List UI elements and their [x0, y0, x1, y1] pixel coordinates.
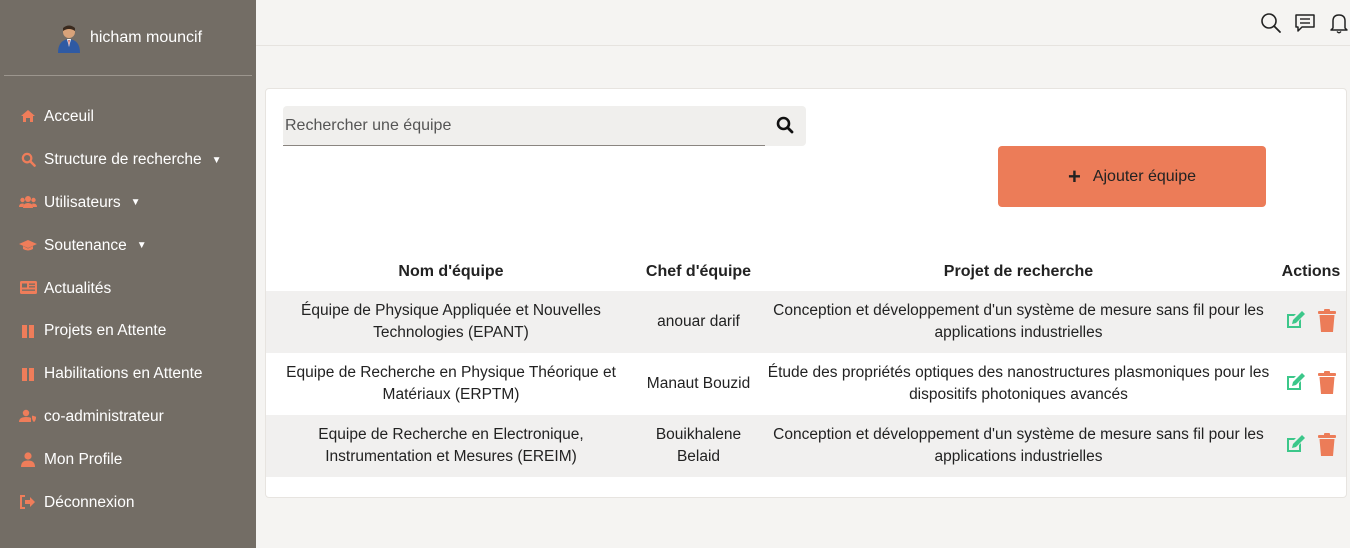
delete-icon[interactable]	[1316, 309, 1338, 335]
graduation-cap-icon	[18, 238, 38, 254]
sidebar-item-projets-attente[interactable]: Projets en Attente	[0, 310, 256, 353]
sidebar-item-label: Déconnexion	[44, 493, 135, 511]
add-team-label: Ajouter équipe	[1092, 167, 1197, 185]
sidebar-item-deconnexion[interactable]: Déconnexion	[0, 481, 256, 524]
chevron-down-icon: ▼	[130, 197, 141, 209]
teams-table: Nom d'équipe Chef d'équipe Projet de rec…	[266, 252, 1346, 477]
column-header-actions: Actions	[1281, 262, 1341, 280]
sidebar-item-label: Actualités	[44, 279, 112, 297]
team-chef-cell: anouar darif	[636, 291, 761, 353]
pause-icon	[18, 323, 38, 339]
search-input[interactable]	[283, 106, 765, 146]
team-search	[283, 106, 806, 146]
delete-icon[interactable]	[1316, 433, 1338, 459]
sidebar-item-label: co-administrateur	[44, 407, 164, 425]
team-name-cell: Équipe de Physique Appliquée et Nouvelle…	[266, 291, 636, 353]
pause-icon	[18, 366, 38, 382]
actions-cell	[1276, 415, 1346, 477]
sidebar: hicham mouncif Acceuil Structure de rech…	[0, 0, 256, 548]
sidebar-item-structure[interactable]: Structure de recherche ▼	[0, 139, 256, 182]
table-row: Équipe de Physique Appliquée et Nouvelle…	[266, 291, 1346, 353]
sidebar-item-soutenance[interactable]: Soutenance ▼	[0, 224, 256, 267]
sidebar-item-label: Soutenance	[44, 236, 127, 254]
top-bar-icons	[1260, 12, 1350, 34]
news-icon	[18, 280, 38, 297]
plus-icon: +	[1067, 163, 1081, 189]
user-name: hicham mouncif	[89, 28, 203, 46]
avatar	[57, 25, 80, 53]
column-header-name: Nom d'équipe	[398, 262, 504, 280]
column-header-chef: Chef d'équipe	[645, 262, 752, 280]
actions-cell	[1276, 291, 1346, 353]
sidebar-item-acceuil[interactable]: Acceuil	[0, 96, 256, 139]
team-projet-cell: Étude des propriétés optiques des nanost…	[761, 353, 1276, 415]
logout-icon	[18, 494, 38, 511]
sidebar-item-mon-profile[interactable]: Mon Profile	[0, 438, 256, 481]
table-header-row: Nom d'équipe Chef d'équipe Projet de rec…	[266, 252, 1346, 291]
chevron-down-icon: ▼	[136, 240, 147, 252]
sidebar-item-utilisateurs[interactable]: Utilisateurs ▼	[0, 182, 256, 225]
sidebar-item-label: Habilitations en Attente	[44, 365, 203, 383]
sidebar-item-co-administrateur[interactable]: co-administrateur	[0, 396, 256, 439]
column-header-projet: Projet de recherche	[943, 262, 1094, 280]
sidebar-item-actualites[interactable]: Actualités	[0, 267, 256, 310]
chevron-down-icon: ▼	[211, 154, 222, 166]
add-team-button[interactable]: + Ajouter équipe	[998, 146, 1266, 207]
team-chef-cell: Manaut Bouzid	[636, 353, 761, 415]
sidebar-item-label: Projets en Attente	[44, 322, 167, 340]
home-icon	[18, 109, 38, 125]
teams-card: + Ajouter équipe Nom d'équipe Chef d'équ…	[265, 88, 1347, 498]
search-button[interactable]	[776, 116, 796, 136]
sidebar-item-label: Utilisateurs	[44, 193, 121, 211]
messages-icon[interactable]	[1294, 12, 1316, 34]
sidebar-menu: Acceuil Structure de recherche ▼ Utilisa…	[0, 76, 256, 524]
team-name-cell: Equipe de Recherche en Physique Théoriqu…	[266, 353, 636, 415]
search-icon	[776, 116, 794, 134]
sidebar-item-label: Acceuil	[44, 108, 94, 126]
sidebar-item-label: Structure de recherche	[44, 151, 202, 169]
table-row: Equipe de Recherche en Physique Théoriqu…	[266, 353, 1346, 415]
delete-icon[interactable]	[1316, 371, 1338, 397]
edit-icon[interactable]	[1284, 371, 1306, 397]
search-icon	[18, 152, 38, 168]
sidebar-item-habilitations-attente[interactable]: Habilitations en Attente	[0, 353, 256, 396]
team-projet-cell: Conception et développement d'un système…	[761, 415, 1276, 477]
team-name-cell: Equipe de Recherche en Electronique, Ins…	[266, 415, 636, 477]
team-projet-cell: Conception et développement d'un système…	[761, 291, 1276, 353]
users-icon	[18, 195, 38, 211]
user-icon	[18, 452, 38, 468]
user-shield-icon	[18, 409, 38, 425]
table-row: Equipe de Recherche en Electronique, Ins…	[266, 415, 1346, 477]
team-chef-cell: Bouikhalene Belaid	[636, 415, 761, 477]
user-profile[interactable]: hicham mouncif	[4, 0, 252, 76]
edit-icon[interactable]	[1284, 309, 1306, 335]
edit-icon[interactable]	[1284, 433, 1306, 459]
bell-icon[interactable]	[1328, 12, 1350, 34]
top-bar	[256, 0, 1350, 46]
sidebar-item-label: Mon Profile	[44, 450, 123, 468]
actions-cell	[1276, 353, 1346, 415]
search-icon[interactable]	[1260, 12, 1282, 34]
